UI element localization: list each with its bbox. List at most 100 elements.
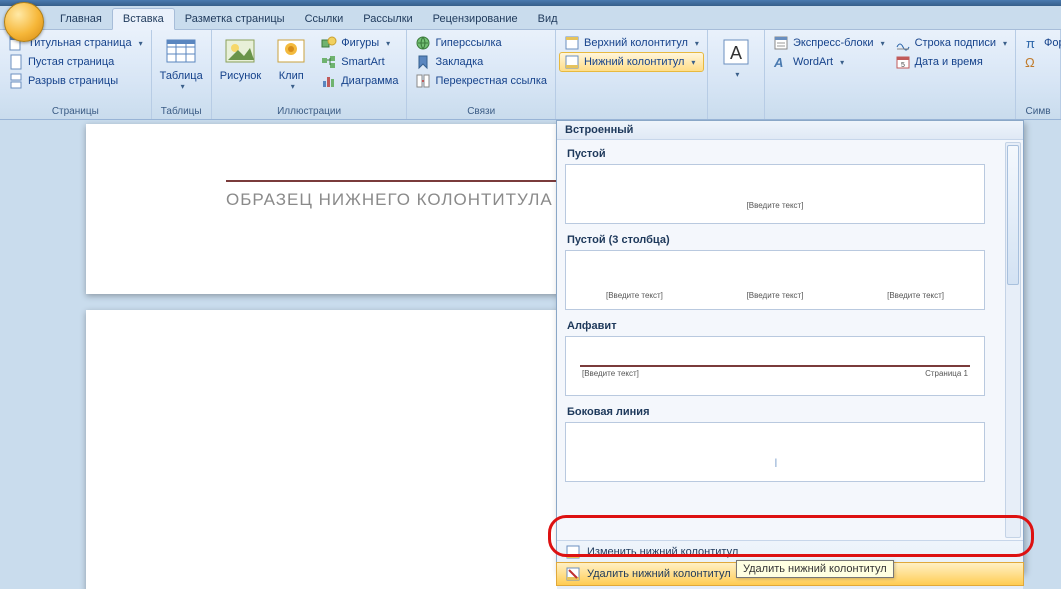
page-break-button[interactable]: Разрыв страницы [4, 72, 147, 90]
document-area[interactable]: ОБРАЗЕЦ НИЖНЕГО КОЛОНТИТУЛА Встроенный П… [0, 120, 1061, 589]
tab-mailings[interactable]: Рассылки [353, 9, 422, 29]
svg-text:A: A [773, 55, 783, 70]
panel-heading: Встроенный [557, 121, 1023, 140]
table-icon [165, 36, 197, 68]
picture-button[interactable]: Рисунок [216, 32, 266, 105]
tooltip: Удалить нижний колонтитул [736, 560, 894, 578]
gallery-option-title: Пустой [567, 148, 1003, 160]
chart-icon [321, 73, 337, 89]
tab-review[interactable]: Рецензирование [423, 9, 528, 29]
omega-icon: Ω [1024, 54, 1040, 70]
ribbon: Титульная страница Пустая страница Разры… [0, 30, 1061, 120]
quickparts-button[interactable]: Экспресс-блоки [769, 34, 889, 52]
tab-home[interactable]: Главная [50, 9, 112, 29]
clipart-icon [275, 36, 307, 68]
chart-button[interactable]: Диаграмма [317, 72, 402, 90]
shapes-button[interactable]: Фигуры [317, 34, 402, 52]
textbox-button[interactable]: A [712, 32, 760, 105]
tab-view[interactable]: Вид [528, 9, 568, 29]
placeholder-text: [Введите текст] [606, 291, 663, 300]
gallery-option-title: Алфавит [567, 320, 1003, 332]
cmd-label: Перекрестная ссылка [435, 75, 547, 87]
placeholder-text: [Введите текст] [747, 201, 804, 210]
signature-icon [895, 35, 911, 51]
placeholder-text: [Введите текст] [747, 291, 804, 300]
gallery-option-title: Пустой (3 столбца) [567, 234, 1003, 246]
header-button[interactable]: Верхний колонтитул [560, 34, 703, 52]
hyperlink-icon [415, 35, 431, 51]
signature-line-button[interactable]: Строка подписи [891, 34, 1011, 52]
footer-icon [564, 54, 580, 70]
cmd-label: Титульная страница [28, 37, 132, 49]
equation-button[interactable]: π Форм [1020, 34, 1061, 52]
tab-references[interactable]: Ссылки [295, 9, 354, 29]
cmd-label: Строка подписи [915, 37, 996, 49]
header-icon [564, 35, 580, 51]
clipart-button[interactable]: Клип [267, 32, 315, 105]
pagebreak-icon [8, 73, 24, 89]
textbox-icon: A [720, 36, 752, 68]
wordart-button[interactable]: A WordArt [769, 53, 889, 71]
group-label: Иллюстрации [216, 105, 403, 119]
datetime-button[interactable]: 5 Дата и время [891, 53, 1011, 71]
cmd-label: Нижний колонтитул [584, 56, 684, 68]
crossref-icon [415, 73, 431, 89]
group-label: Таблицы [156, 105, 207, 119]
cmd-label: Диаграмма [341, 75, 398, 87]
blank-page-button[interactable]: Пустая страница [4, 53, 147, 71]
crossref-button[interactable]: Перекрестная ссылка [411, 72, 551, 90]
tab-insert[interactable]: Вставка [112, 8, 175, 30]
wordart-icon: A [773, 54, 789, 70]
gallery-item-empty[interactable]: [Введите текст] [565, 164, 985, 224]
menu-label: Изменить нижний колонтитул [587, 546, 738, 558]
tab-pagelayout[interactable]: Разметка страницы [175, 9, 295, 29]
cmd-label: Гиперссылка [435, 37, 501, 49]
group-label: Страницы [4, 105, 147, 119]
gallery-option-title: Боковая линия [567, 406, 1003, 418]
cmd-label: Экспресс-блоки [793, 37, 874, 49]
cmd-label: Закладка [435, 56, 483, 68]
svg-text:π: π [1026, 36, 1035, 51]
footer-button[interactable]: Нижний колонтитул [560, 53, 703, 71]
placeholder-text: [Введите текст] [582, 369, 639, 378]
cmd-label: Фигуры [341, 37, 379, 49]
datetime-icon: 5 [895, 54, 911, 70]
gallery-scrollbar[interactable] [1005, 142, 1021, 538]
page-cursor: | [773, 457, 777, 467]
office-button[interactable] [4, 2, 44, 42]
group-label: Симв [1020, 105, 1056, 119]
svg-text:A: A [730, 43, 742, 63]
placeholder-text: [Введите текст] [887, 291, 944, 300]
cmd-label: Верхний колонтитул [584, 37, 688, 49]
gallery-item-alpha[interactable]: [Введите текст] Страница 1 [565, 336, 985, 396]
scrollbar-thumb[interactable] [1007, 145, 1019, 285]
cmd-label: Разрыв страницы [28, 75, 118, 87]
smartart-button[interactable]: SmartArt [317, 53, 402, 71]
cmd-label: Клип [279, 70, 304, 82]
bookmark-icon [415, 54, 431, 70]
gallery-item-sideline[interactable]: | [565, 422, 985, 482]
svg-text:Ω: Ω [1025, 55, 1035, 70]
cmd-label: Пустая страница [28, 56, 114, 68]
shapes-icon [321, 35, 337, 51]
gallery-item-empty3[interactable]: [Введите текст] [Введите текст] [Введите… [565, 250, 985, 310]
cmd-label: Рисунок [220, 70, 262, 82]
remove-footer-icon [565, 566, 581, 582]
gallery[interactable]: Пустой [Введите текст] Пустой (3 столбца… [557, 140, 1023, 540]
blankpage-icon [8, 54, 24, 70]
cmd-label: Таблица [160, 70, 203, 82]
bookmark-button[interactable]: Закладка [411, 53, 551, 71]
cmd-label: WordArt [793, 56, 833, 68]
group-label [560, 105, 703, 119]
save-selection-item: Сохранить выделенный фрагмент в коллекци… [557, 585, 1023, 589]
table-button[interactable]: Таблица [156, 32, 207, 105]
page-number-text: Страница 1 [925, 369, 968, 378]
footer-gallery-panel: Встроенный Пустой [Введите текст] Пустой… [556, 120, 1024, 572]
edit-icon [565, 544, 581, 560]
svg-text:5: 5 [901, 62, 905, 69]
hyperlink-button[interactable]: Гиперссылка [411, 34, 551, 52]
smartart-icon [321, 54, 337, 70]
quickparts-icon [773, 35, 789, 51]
symbol-button[interactable]: Ω [1020, 53, 1061, 71]
group-label: Связи [411, 105, 551, 119]
